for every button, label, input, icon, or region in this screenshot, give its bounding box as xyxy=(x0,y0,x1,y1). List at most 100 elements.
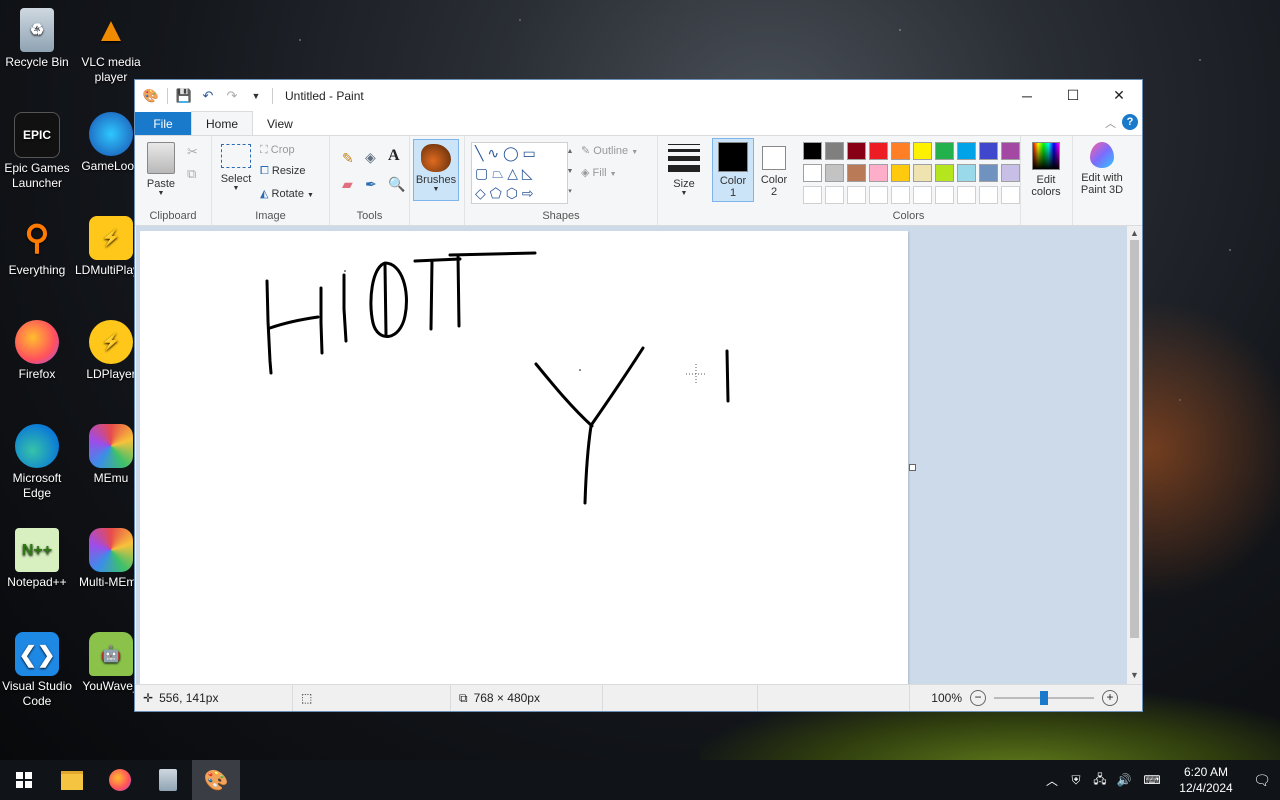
color-swatch[interactable] xyxy=(847,164,866,182)
color-swatch[interactable] xyxy=(979,142,998,160)
save-icon[interactable]: 💾 xyxy=(176,88,192,104)
taskbar-firefox[interactable] xyxy=(96,760,144,800)
edit-with-paint3d-button[interactable]: Edit with Paint 3D xyxy=(1075,142,1129,196)
taskbar-recycle-bin[interactable] xyxy=(144,760,192,800)
zoom-out-icon[interactable]: − xyxy=(970,690,986,706)
color-swatch[interactable] xyxy=(935,186,954,204)
color-swatch[interactable] xyxy=(935,164,954,182)
color-swatch[interactable] xyxy=(891,142,910,160)
vertical-scrollbar[interactable]: ▲ ▼ xyxy=(1127,226,1142,685)
close-button[interactable]: ✕ xyxy=(1096,80,1142,111)
redo-icon[interactable]: ↷ xyxy=(224,88,240,104)
text-icon[interactable]: A xyxy=(388,147,400,165)
color-swatch[interactable] xyxy=(825,186,844,204)
tab-home[interactable]: Home xyxy=(191,111,254,135)
color-swatch[interactable] xyxy=(957,142,976,160)
oval-shape-icon[interactable]: ◯ xyxy=(503,145,519,161)
tab-file[interactable]: File xyxy=(135,112,191,135)
line-shape-icon[interactable]: ╲ xyxy=(475,145,483,161)
color-swatch[interactable] xyxy=(1001,186,1020,204)
maximize-button[interactable]: ☐ xyxy=(1050,80,1096,111)
pencil-icon[interactable]: ✎ xyxy=(342,150,354,167)
undo-icon[interactable]: ↶ xyxy=(200,88,216,104)
cut-icon[interactable]: ✂ xyxy=(187,144,198,160)
shapes-gallery[interactable]: ╲ ∿ ◯ ▭ ▢ ⏢ △ ◺ ◇ ⬠ ⬡ ⇨ xyxy=(471,142,568,204)
desktop-icon-vscode[interactable]: ❮❯ Visual Studio Code xyxy=(1,632,73,709)
rounded-rect-shape-icon[interactable]: ▢ xyxy=(475,165,488,181)
copy-icon[interactable]: ⧉ xyxy=(187,166,196,182)
right-triangle-shape-icon[interactable]: ◺ xyxy=(522,165,533,181)
scroll-down-icon[interactable]: ▼ xyxy=(1127,668,1142,682)
color-swatch[interactable] xyxy=(957,186,976,204)
clock[interactable]: 6:20 AM 12/4/2024 xyxy=(1168,764,1244,796)
crop-button[interactable]: ⛶ Crop xyxy=(260,144,295,157)
taskbar-paint[interactable]: 🎨 xyxy=(192,760,240,800)
scroll-thumb[interactable] xyxy=(1130,240,1139,638)
canvas-resize-handle-right[interactable] xyxy=(909,464,916,471)
hexagon-shape-icon[interactable]: ⬡ xyxy=(506,185,518,201)
fill-bucket-icon[interactable]: ◈ xyxy=(365,149,376,166)
color-swatch[interactable] xyxy=(913,164,932,182)
desktop-icon-vlc[interactable]: ▲ VLC media player xyxy=(75,8,147,85)
color1-button[interactable]: Color 1 xyxy=(712,138,754,202)
select-button[interactable]: Select ▼ xyxy=(218,144,254,192)
paste-button[interactable]: Paste ▼ xyxy=(141,142,181,197)
color-swatch[interactable] xyxy=(869,164,888,182)
desktop-icon-edge[interactable]: Microsoft Edge xyxy=(1,424,73,501)
notifications-icon[interactable]: 🗨 xyxy=(1244,772,1280,789)
color-swatch[interactable] xyxy=(1001,142,1020,160)
tab-view[interactable]: View xyxy=(253,112,307,135)
outline-button[interactable]: ✎ Outline ▼ xyxy=(581,144,638,157)
polygon-shape-icon[interactable]: ⏢ xyxy=(492,165,503,181)
diamond-shape-icon[interactable]: ◇ xyxy=(475,185,486,201)
arrow-shape-icon[interactable]: ⇨ xyxy=(522,185,534,201)
color-swatch[interactable] xyxy=(869,142,888,160)
edit-colors-button[interactable]: Edit colors xyxy=(1025,142,1067,198)
eraser-icon[interactable]: ▰ xyxy=(342,176,353,193)
security-icon[interactable]: ⛨ xyxy=(1064,773,1088,788)
drawing-canvas[interactable] xyxy=(140,231,908,685)
scroll-up-icon[interactable]: ▲ xyxy=(1127,226,1142,240)
resize-button[interactable]: ⧠ Resize xyxy=(260,165,306,178)
zoom-in-icon[interactable]: + xyxy=(1102,690,1118,706)
color-swatch[interactable] xyxy=(825,164,844,182)
color-swatch[interactable] xyxy=(803,186,822,204)
show-hidden-icons-icon[interactable]: ︿ xyxy=(1040,772,1064,789)
color-swatch[interactable] xyxy=(957,164,976,182)
color-picker-icon[interactable]: ✒ xyxy=(365,176,377,193)
customize-qat-icon[interactable]: ▼ xyxy=(248,88,264,104)
fill-button[interactable]: ◈ Fill ▼ xyxy=(581,166,617,179)
start-button[interactable] xyxy=(0,760,48,800)
desktop-icon-recycle-bin[interactable]: ♻ Recycle Bin xyxy=(1,8,73,70)
color-swatch[interactable] xyxy=(979,164,998,182)
collapse-ribbon-icon[interactable]: ︿ xyxy=(1105,115,1116,131)
minimize-button[interactable]: ─ xyxy=(1004,80,1050,111)
desktop-icon-notepadpp[interactable]: N++ Notepad++ xyxy=(1,528,73,590)
shapes-scroll[interactable]: ▲ ▼ ▾ xyxy=(565,142,575,202)
desktop-icon-epic-games[interactable]: EPIC Epic Games Launcher xyxy=(1,112,73,191)
curve-shape-icon[interactable]: ∿ xyxy=(487,145,499,161)
color-swatch[interactable] xyxy=(803,164,822,182)
color-swatch[interactable] xyxy=(913,186,932,204)
color-swatch[interactable] xyxy=(935,142,954,160)
magnifier-icon[interactable]: 🔍 xyxy=(388,176,405,193)
help-icon[interactable]: ? xyxy=(1122,114,1138,130)
color-swatch[interactable] xyxy=(891,164,910,182)
rotate-button[interactable]: ◭ Rotate ▼ xyxy=(260,187,314,200)
color-swatch[interactable] xyxy=(847,186,866,204)
taskbar-file-explorer[interactable] xyxy=(48,760,96,800)
volume-icon[interactable]: 🔊 xyxy=(1112,773,1136,787)
color-swatch[interactable] xyxy=(891,186,910,204)
triangle-shape-icon[interactable]: △ xyxy=(507,165,518,181)
color-swatch[interactable] xyxy=(1001,164,1020,182)
desktop-icon-firefox[interactable]: Firefox xyxy=(1,320,73,382)
color-swatch[interactable] xyxy=(913,142,932,160)
color-swatch[interactable] xyxy=(803,142,822,160)
brushes-button[interactable]: Brushes ▼ xyxy=(413,139,459,201)
keyboard-icon[interactable]: ⌨ xyxy=(1136,773,1168,787)
color-swatch[interactable] xyxy=(979,186,998,204)
network-icon[interactable]: 🖧 xyxy=(1088,770,1112,791)
size-button[interactable]: Size ▼ xyxy=(666,144,702,197)
desktop-icon-everything[interactable]: ⚲ Everything xyxy=(1,216,73,278)
color-swatch[interactable] xyxy=(847,142,866,160)
